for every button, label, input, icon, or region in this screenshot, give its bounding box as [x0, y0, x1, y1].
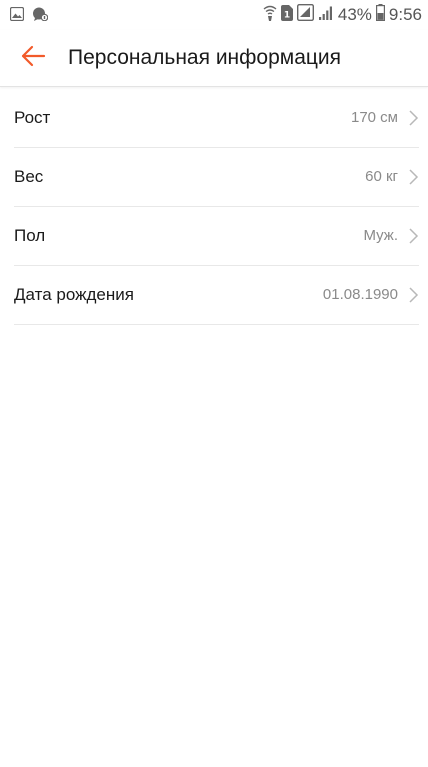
status-bar-right: 1 43% 9:56	[263, 3, 422, 27]
list-item-label: Дата рождения	[14, 285, 134, 304]
app-bar: Персональная информация	[0, 30, 428, 87]
list-item-birth-date[interactable]: Дата рождения 01.08.1990	[14, 266, 419, 325]
wifi-calling-icon	[263, 4, 277, 27]
page-title: Персональная информация	[68, 46, 342, 69]
list-item-value: 170 см	[350, 109, 398, 126]
battery-icon	[375, 4, 385, 26]
chat-icon	[32, 7, 49, 26]
list-item-value: 01.08.1990	[322, 286, 398, 303]
chevron-right-icon	[407, 227, 419, 245]
chevron-right-icon	[407, 168, 419, 186]
arrow-left-icon	[20, 45, 46, 72]
personal-info-list: Рост 170 см Вес 60 кг Пол Муж. Дата рожд…	[0, 89, 428, 325]
list-item-label: Рост	[14, 108, 51, 127]
list-item-label: Вес	[14, 167, 44, 186]
list-item-height[interactable]: Рост 170 см	[14, 89, 419, 148]
list-item-weight[interactable]: Вес 60 кг	[14, 148, 419, 207]
image-icon	[9, 6, 25, 26]
sim-icon: 1	[280, 4, 293, 26]
back-button[interactable]	[14, 40, 52, 76]
list-item-value: 60 кг	[365, 168, 398, 185]
list-item-value: Муж.	[363, 227, 398, 244]
svg-text:1: 1	[284, 10, 290, 20]
chevron-right-icon	[407, 109, 419, 127]
battery-percent: 43%	[337, 5, 372, 24]
list-item-label: Пол	[14, 226, 46, 245]
list-item-gender[interactable]: Пол Муж.	[14, 207, 419, 266]
status-bar-left	[9, 6, 49, 26]
screenshot-icon	[296, 3, 314, 26]
status-bar: 1 43% 9:56	[0, 0, 428, 30]
clock: 9:56	[388, 5, 422, 24]
chevron-right-icon	[407, 286, 419, 304]
signal-icon	[318, 5, 334, 26]
